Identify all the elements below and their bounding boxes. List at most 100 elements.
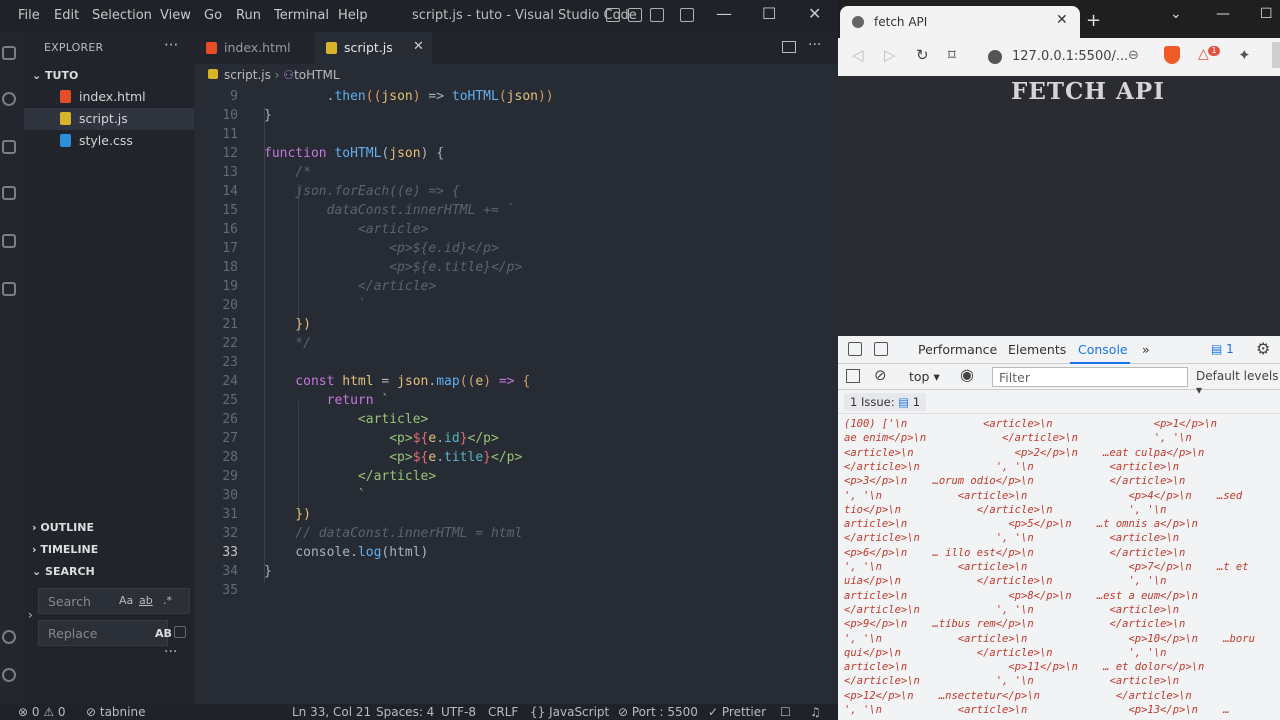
sidebar-toggle-icon[interactable] [846, 369, 860, 383]
more-search-options-icon[interactable]: ··· [164, 644, 177, 660]
preserve-case-button[interactable]: AB [155, 627, 172, 640]
breadcrumb-symbol[interactable]: ⚇toHTML [283, 68, 339, 82]
replace-input[interactable]: Replace AB [38, 620, 172, 646]
close-tab-icon[interactable]: ✕ [413, 39, 424, 54]
explorer-icon[interactable] [2, 46, 16, 60]
problems-status[interactable]: ⊗ 0 ⚠ 0 [18, 705, 66, 719]
extensions-icon[interactable]: ✦ [1238, 46, 1251, 64]
zoom-icon[interactable]: ⊖ [1128, 48, 1139, 63]
more-actions-icon[interactable]: ··· [808, 37, 821, 53]
code-line[interactable]: 28 <p>${e.title}</p> [194, 450, 838, 469]
close-tab-icon[interactable]: ✕ [1056, 12, 1068, 28]
tab-index-html[interactable]: index.html [194, 32, 314, 64]
account-icon[interactable] [2, 630, 16, 644]
code-line[interactable]: 10} [194, 108, 838, 127]
code-line[interactable]: 30 ` [194, 488, 838, 507]
indentation-status[interactable]: Spaces: 4 [376, 705, 434, 719]
menu-help[interactable]: Help [338, 8, 368, 23]
device-toolbar-icon[interactable] [874, 342, 888, 356]
file-style-css[interactable]: style.css [24, 130, 194, 152]
search-panel[interactable]: ⌄ SEARCH [32, 565, 95, 578]
code-line[interactable]: 34} [194, 564, 838, 583]
prettier-status[interactable]: ✓ Prettier [708, 705, 766, 719]
menu-view[interactable]: View [160, 8, 191, 23]
site-info-icon[interactable] [988, 50, 1002, 64]
code-line[interactable]: 11 [194, 127, 838, 146]
encoding-status[interactable]: UTF-8 [441, 705, 476, 719]
toggle-panel-icon[interactable] [628, 8, 642, 22]
folder-tuto[interactable]: ⌄ TUTO [32, 69, 78, 82]
messages-badge[interactable]: ▤ 1 [1211, 342, 1234, 356]
menu-go[interactable]: Go [204, 8, 222, 23]
code-line[interactable]: 24 const html = json.map((e) => { [194, 374, 838, 393]
code-line[interactable]: 32 // dataConst.innerHTML = html [194, 526, 838, 545]
replace-all-icon[interactable] [174, 626, 186, 638]
code-line[interactable]: 31 }) [194, 507, 838, 526]
code-line[interactable]: 25 return ` [194, 393, 838, 412]
tab-performance[interactable]: Performance [918, 342, 997, 357]
code-line[interactable]: 9 .then((json) => toHTML(json)) [194, 89, 838, 108]
search-icon[interactable] [2, 92, 16, 106]
settings-gear-icon[interactable] [2, 668, 16, 682]
new-tab-icon[interactable]: + [1086, 10, 1101, 31]
search-input[interactable]: Search Aa ab .* [38, 588, 190, 614]
code-line[interactable]: 23 [194, 355, 838, 374]
code-line[interactable]: 21 }) [194, 317, 838, 336]
language-status[interactable]: {} JavaScript [530, 705, 609, 719]
regex-button[interactable]: .* [163, 594, 172, 607]
maximize-icon[interactable]: ☐ [1260, 6, 1273, 22]
toggle-secondary-sidebar-icon[interactable] [650, 8, 664, 22]
customize-layout-icon[interactable] [680, 8, 694, 22]
notifications-icon[interactable]: ☐ [780, 705, 791, 719]
tab-elements[interactable]: Elements [1008, 342, 1066, 357]
file-script-js[interactable]: script.js [24, 108, 194, 130]
bell-icon[interactable]: ♫ [810, 705, 821, 719]
code-line[interactable]: 35 [194, 583, 838, 602]
breadcrumb-file[interactable]: script.js [208, 68, 271, 82]
menu-terminal[interactable]: Terminal [274, 8, 329, 23]
source-control-icon[interactable] [2, 140, 16, 154]
menu-file[interactable]: File [18, 8, 40, 23]
code-line[interactable]: 27 <p>${e.id}</p> [194, 431, 838, 450]
remote-icon[interactable] [2, 282, 16, 296]
toggle-sidebar-icon[interactable] [606, 8, 620, 22]
cursor-position[interactable]: Ln 33, Col 21 [292, 705, 371, 719]
context-selector[interactable]: top ▾ [909, 369, 940, 384]
minimize-icon[interactable]: — [716, 4, 732, 23]
code-line[interactable]: 12 function toHTML(json) { [194, 146, 838, 165]
code-line[interactable]: 17 <p>${e.id}</p> [194, 241, 838, 260]
minimize-icon[interactable]: — [1216, 6, 1230, 22]
more-tabs-icon[interactable]: » [1142, 342, 1150, 357]
outline-panel[interactable]: › OUTLINE [32, 521, 94, 534]
code-line[interactable]: 22 */ [194, 336, 838, 355]
browser-tab[interactable]: fetch API ✕ [840, 6, 1080, 38]
menu-selection[interactable]: Selection [92, 8, 152, 23]
split-editor-icon[interactable] [782, 41, 796, 53]
gear-icon[interactable]: ⚙ [1256, 339, 1270, 358]
back-icon[interactable]: ◁ [852, 46, 864, 64]
code-line[interactable]: 20 ` [194, 298, 838, 317]
tab-search-icon[interactable]: ⌄ [1170, 6, 1182, 22]
bookmark-icon[interactable]: ⌑ [948, 46, 956, 64]
match-word-button[interactable]: ab [139, 594, 153, 607]
maximize-icon[interactable]: ☐ [762, 4, 776, 23]
code-line[interactable]: 33 console.log(html) [194, 545, 838, 564]
scrollbar[interactable] [1272, 42, 1280, 68]
tab-script-js[interactable]: script.js ✕ [314, 32, 432, 64]
close-window-icon[interactable]: ✕ [808, 4, 821, 23]
match-case-button[interactable]: Aa [119, 594, 133, 607]
run-debug-icon[interactable] [2, 186, 16, 200]
code-line[interactable]: 15 dataConst.innerHTML += ` [194, 203, 838, 222]
more-actions-icon[interactable]: ··· [164, 36, 178, 54]
eye-icon[interactable]: ◉ [960, 365, 974, 384]
file-index-html[interactable]: index.html [24, 86, 194, 108]
code-line[interactable]: 19 </article> [194, 279, 838, 298]
live-server-status[interactable]: ⊘ Port : 5500 [618, 705, 698, 719]
inspect-element-icon[interactable] [848, 342, 862, 356]
clear-console-icon[interactable]: ⊘ [874, 366, 887, 384]
reload-icon[interactable]: ↻ [916, 46, 929, 64]
code-line[interactable]: 29 </article> [194, 469, 838, 488]
issues-button[interactable]: 1 Issue: ▤ 1 [844, 393, 927, 411]
toggle-replace-icon[interactable]: › [28, 608, 33, 622]
code-line[interactable]: 16 <article> [194, 222, 838, 241]
